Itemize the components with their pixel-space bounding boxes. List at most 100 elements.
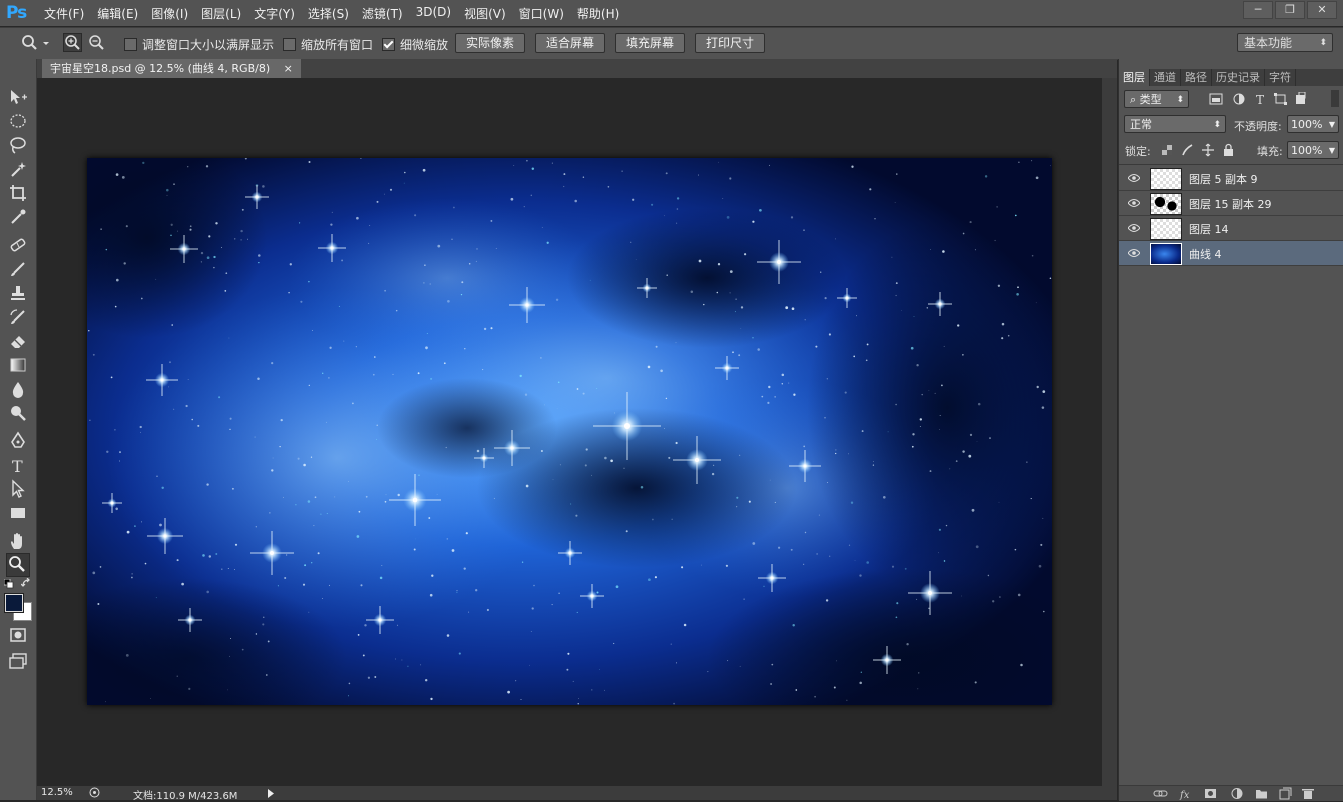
close-button[interactable]: ✕ xyxy=(1307,1,1337,19)
star-dot xyxy=(736,506,738,508)
checkbox-box-checked[interactable] xyxy=(382,38,395,51)
resize-window-checkbox[interactable]: 调整窗口大小以满屏显示 xyxy=(124,36,274,53)
document-canvas[interactable] xyxy=(87,158,1052,705)
zoom-level-readout[interactable]: 12.5% xyxy=(41,787,73,798)
healing-brush-tool-icon[interactable] xyxy=(8,235,28,255)
menu-edit[interactable]: 编辑(E) xyxy=(97,5,138,22)
dodge-tool-icon[interactable] xyxy=(8,403,28,423)
lasso-tool-icon[interactable] xyxy=(8,135,28,155)
tab-paths[interactable]: 路径 xyxy=(1181,69,1212,86)
minimize-button[interactable]: ─ xyxy=(1243,1,1273,19)
star-dot xyxy=(461,281,464,284)
blur-tool-icon[interactable] xyxy=(8,379,28,399)
visibility-eye-icon[interactable] xyxy=(1128,249,1140,257)
type-tool-icon[interactable]: T xyxy=(8,455,28,475)
menu-3d[interactable]: 3D(D) xyxy=(416,5,451,22)
tab-channels[interactable]: 通道 xyxy=(1150,69,1181,86)
rectangle-tool-icon[interactable] xyxy=(8,503,28,523)
fit-screen-button[interactable]: 适合屏幕 xyxy=(535,33,605,53)
star-dot xyxy=(384,289,386,292)
brush-tool-icon[interactable] xyxy=(8,259,28,279)
visibility-eye-icon[interactable] xyxy=(1128,174,1140,182)
star-dot xyxy=(577,703,579,705)
clone-stamp-tool-icon[interactable] xyxy=(8,283,28,303)
layer-row-selected[interactable]: 曲线 4 xyxy=(1119,241,1343,266)
eraser-tool-icon[interactable] xyxy=(8,331,28,351)
quick-mask-icon[interactable] xyxy=(8,625,28,645)
document-tab[interactable]: 宇宙星空18.psd @ 12.5% (曲线 4, RGB/8) × xyxy=(42,59,301,78)
fill-screen-button[interactable]: 填充屏幕 xyxy=(615,33,685,53)
layer-row[interactable]: 图层 15 副本 29 xyxy=(1119,191,1343,216)
blend-mode-select[interactable]: 正常 ⬍ xyxy=(1124,115,1226,133)
status-menu-arrow-icon[interactable] xyxy=(267,789,275,798)
magic-wand-tool-icon[interactable] xyxy=(8,159,28,179)
tab-history[interactable]: 历史记录 xyxy=(1212,69,1265,86)
fill-input[interactable]: 100% ▼ xyxy=(1287,141,1339,159)
star-dot xyxy=(1020,663,1023,667)
menu-type[interactable]: 文字(Y) xyxy=(254,5,295,22)
zoom-all-windows-checkbox[interactable]: 缩放所有窗口 xyxy=(283,36,373,53)
info-icon[interactable] xyxy=(89,787,100,798)
history-brush-tool-icon[interactable] xyxy=(8,307,28,327)
eyedropper-tool-icon[interactable] xyxy=(8,207,28,227)
tab-character[interactable]: 字符 xyxy=(1265,69,1296,86)
layer-row[interactable]: 图层 14 xyxy=(1119,216,1343,241)
actual-pixels-button[interactable]: 实际像素 xyxy=(455,33,525,53)
layer-row[interactable]: 图层 5 副本 9 xyxy=(1119,166,1343,191)
move-tool-icon[interactable] xyxy=(8,87,28,107)
close-tab-icon[interactable]: × xyxy=(284,62,293,75)
foreground-color-swatch[interactable] xyxy=(4,593,24,613)
swap-colors-icon[interactable] xyxy=(21,578,32,589)
star-dot xyxy=(567,652,570,655)
layers-panel-footer: fx xyxy=(1119,785,1343,801)
screen-mode-icon[interactable] xyxy=(8,651,28,671)
marquee-tool-icon[interactable] xyxy=(8,111,28,131)
menu-help[interactable]: 帮助(H) xyxy=(577,5,619,22)
star-dot xyxy=(197,424,200,427)
star-dot xyxy=(1014,214,1017,217)
menu-view[interactable]: 视图(V) xyxy=(464,5,506,22)
menu-select[interactable]: 选择(S) xyxy=(308,5,349,22)
zoom-in-icon[interactable] xyxy=(63,33,82,52)
opacity-input[interactable]: 100% ▼ xyxy=(1287,115,1339,133)
restore-button[interactable]: ❐ xyxy=(1275,1,1305,19)
star-dot xyxy=(735,298,737,300)
star-dot xyxy=(426,349,427,350)
zoom-tool-button[interactable] xyxy=(6,553,30,577)
zoom-tool-preset-icon[interactable] xyxy=(20,34,50,52)
print-size-button[interactable]: 打印尺寸 xyxy=(695,33,765,53)
star-dot xyxy=(215,553,218,555)
menu-image[interactable]: 图像(I) xyxy=(151,5,188,22)
hand-tool-icon[interactable] xyxy=(8,531,28,551)
star-dot xyxy=(139,431,141,433)
gradient-tool-icon[interactable] xyxy=(8,355,28,375)
scrubby-zoom-checkbox[interactable]: 细微缩放 xyxy=(382,36,448,53)
star-dot xyxy=(218,396,221,399)
menu-layer[interactable]: 图层(L) xyxy=(201,5,241,22)
star-dot xyxy=(566,668,569,671)
pen-tool-icon[interactable] xyxy=(8,431,28,451)
checkbox-box[interactable] xyxy=(283,38,296,51)
menu-filter[interactable]: 滤镜(T) xyxy=(362,5,403,22)
crop-tool-icon[interactable] xyxy=(8,183,28,203)
menu-window[interactable]: 窗口(W) xyxy=(519,5,564,22)
layer-filter-select[interactable]: ⌕ 类型 ⬍ xyxy=(1124,90,1189,108)
tab-layers[interactable]: 图层 xyxy=(1119,69,1150,86)
filter-toggle[interactable] xyxy=(1331,90,1339,107)
star-dot xyxy=(917,688,919,690)
star-dot xyxy=(430,697,433,701)
checkbox-box[interactable] xyxy=(124,38,137,51)
vertical-scrollbar[interactable] xyxy=(1102,78,1117,786)
visibility-eye-icon[interactable] xyxy=(1128,199,1140,207)
default-colors-icon[interactable] xyxy=(4,579,14,589)
star-dot xyxy=(389,188,393,191)
layer-actions[interactable]: fx xyxy=(1152,787,1342,800)
lock-icons[interactable] xyxy=(1161,143,1235,157)
path-selection-tool-icon[interactable] xyxy=(8,479,28,499)
workspace-select[interactable]: 基本功能 ⬍ xyxy=(1237,33,1333,52)
star-dot xyxy=(921,393,923,396)
menu-file[interactable]: 文件(F) xyxy=(44,5,84,22)
zoom-out-icon[interactable] xyxy=(87,33,106,52)
star-dot xyxy=(328,377,330,379)
visibility-eye-icon[interactable] xyxy=(1128,224,1140,232)
